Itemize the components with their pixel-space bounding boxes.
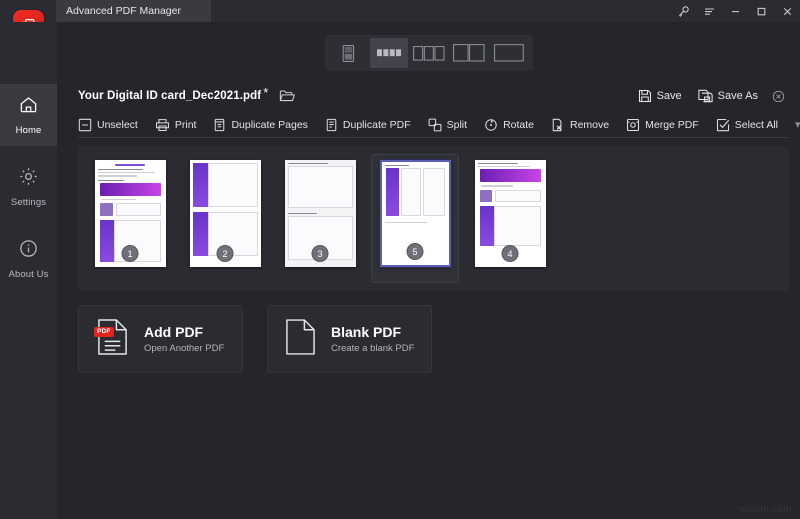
title-bar: Advanced PDF Manager <box>0 0 800 22</box>
page-preview: 1 <box>94 160 166 267</box>
add-pdf-subtitle: Open Another PDF <box>144 343 225 355</box>
add-pdf-title: Add PDF <box>144 323 204 340</box>
open-folder-icon[interactable] <box>279 89 296 103</box>
sidebar-item-label-home: Home <box>15 125 42 136</box>
duplicate-pdf-icon <box>325 118 338 132</box>
file-modified-marker: * <box>263 85 269 100</box>
sidebar: Home Settings About Us <box>0 22 57 519</box>
page-number-badge: 3 <box>311 245 329 262</box>
duplicate-pdf-button[interactable]: Duplicate PDF <box>325 118 411 132</box>
view-mode-bar <box>324 35 533 71</box>
page-preview: 5 <box>379 160 451 267</box>
merge-pdf-label: Merge PDF <box>645 118 699 131</box>
view-mode-1up[interactable] <box>490 38 528 68</box>
duplicate-pages-icon <box>213 118 226 132</box>
duplicate-pdf-label: Duplicate PDF <box>342 118 411 131</box>
page-preview: 2 <box>189 160 261 267</box>
quick-actions-row: PDF Add PDF Open Another PDF Blank PDF C… <box>78 305 432 373</box>
split-icon <box>428 118 442 132</box>
page-preview: 3 <box>284 160 356 267</box>
application-window: Advanced PDF Manager Home Settings About… <box>0 0 800 519</box>
add-pdf-button[interactable]: PDF Add PDF Open Another PDF <box>78 305 243 373</box>
home-icon <box>18 94 39 120</box>
window-title: Advanced PDF Manager <box>66 5 181 17</box>
watermark: wsxdn.com <box>739 504 792 515</box>
remove-button[interactable]: Remove <box>551 118 609 132</box>
sidebar-item-home[interactable]: Home <box>0 84 57 146</box>
close-file-icon[interactable] <box>772 90 785 103</box>
sidebar-item-about-us[interactable]: About Us <box>0 228 57 290</box>
page-thumbnail-cell[interactable]: 3 <box>277 155 363 282</box>
unselect-icon <box>78 118 92 132</box>
sidebar-item-settings[interactable]: Settings <box>0 156 57 218</box>
window-controls <box>670 0 800 22</box>
save-as-button[interactable]: Save As <box>698 89 758 103</box>
view-mode-2up[interactable] <box>450 38 488 68</box>
blank-page-icon <box>285 318 316 361</box>
action-toolbar: Unselect Print Duplicate Pages Duplicate… <box>78 112 800 138</box>
print-button[interactable]: Print <box>155 118 197 132</box>
close-icon[interactable] <box>774 0 800 22</box>
save-as-label: Save As <box>717 90 758 102</box>
rotate-button[interactable]: Rotate <box>484 118 534 132</box>
blank-pdf-button[interactable]: Blank PDF Create a blank PDF <box>267 305 432 373</box>
maximize-icon[interactable] <box>748 0 774 22</box>
save-button[interactable]: Save <box>638 89 682 103</box>
file-row: Your Digital ID card_Dec2021.pdf * Save <box>78 84 789 108</box>
select-all-label: Select All <box>734 118 778 131</box>
duplicate-pages-button[interactable]: Duplicate Pages <box>213 118 308 132</box>
page-thumbnail-cell-selected[interactable]: 5 <box>371 154 459 283</box>
printer-icon <box>155 118 170 132</box>
page-number-badge: 5 <box>406 243 424 260</box>
page-thumbnail-cell[interactable]: 4 <box>467 155 553 282</box>
view-mode-scroll[interactable] <box>330 38 368 68</box>
main-content: Your Digital ID card_Dec2021.pdf * Save <box>57 22 800 519</box>
info-icon <box>18 238 39 264</box>
minimize-icon[interactable] <box>722 0 748 22</box>
remove-icon <box>551 118 565 132</box>
select-all-icon <box>716 118 730 132</box>
duplicate-pages-label: Duplicate Pages <box>231 118 308 131</box>
split-button[interactable]: Split <box>428 118 467 132</box>
page-thumbnail-cell[interactable]: 1 <box>87 155 173 282</box>
key-icon[interactable] <box>670 0 696 22</box>
page-number-badge: 1 <box>121 245 139 262</box>
page-thumbnail-panel: 1 2 3 5 4 <box>78 146 789 291</box>
toolbar-overflow-button[interactable]: ▾ <box>795 118 800 131</box>
rotate-label: Rotate <box>503 118 534 131</box>
save-label: Save <box>656 90 682 102</box>
menu-icon[interactable] <box>696 0 722 22</box>
blank-pdf-title: Blank PDF <box>331 323 402 340</box>
unselect-button[interactable]: Unselect <box>78 118 138 132</box>
window-title-tab[interactable]: Advanced PDF Manager <box>56 0 211 22</box>
file-name: Your Digital ID card_Dec2021.pdf <box>78 90 262 102</box>
page-preview: 4 <box>474 160 546 267</box>
split-label: Split <box>446 118 468 131</box>
unselect-label: Unselect <box>97 118 138 131</box>
merge-pdf-icon <box>626 118 640 132</box>
view-mode-3up[interactable] <box>410 38 448 68</box>
page-number-badge: 2 <box>216 245 234 262</box>
sidebar-item-label-about-us: About Us <box>8 269 49 280</box>
page-thumbnail-cell[interactable]: 2 <box>182 155 268 282</box>
remove-label: Remove <box>570 118 610 131</box>
pdf-file-icon: PDF <box>94 318 129 361</box>
select-all-button[interactable]: Select All <box>716 118 778 132</box>
gear-icon <box>18 166 39 192</box>
page-number-badge: 4 <box>501 245 519 262</box>
sidebar-item-label-settings: Settings <box>10 197 47 208</box>
print-label: Print <box>174 118 197 131</box>
view-mode-grid-4[interactable] <box>369 38 408 68</box>
merge-pdf-button[interactable]: Merge PDF <box>626 118 699 132</box>
rotate-icon <box>484 118 498 132</box>
blank-pdf-subtitle: Create a blank PDF <box>331 343 415 355</box>
